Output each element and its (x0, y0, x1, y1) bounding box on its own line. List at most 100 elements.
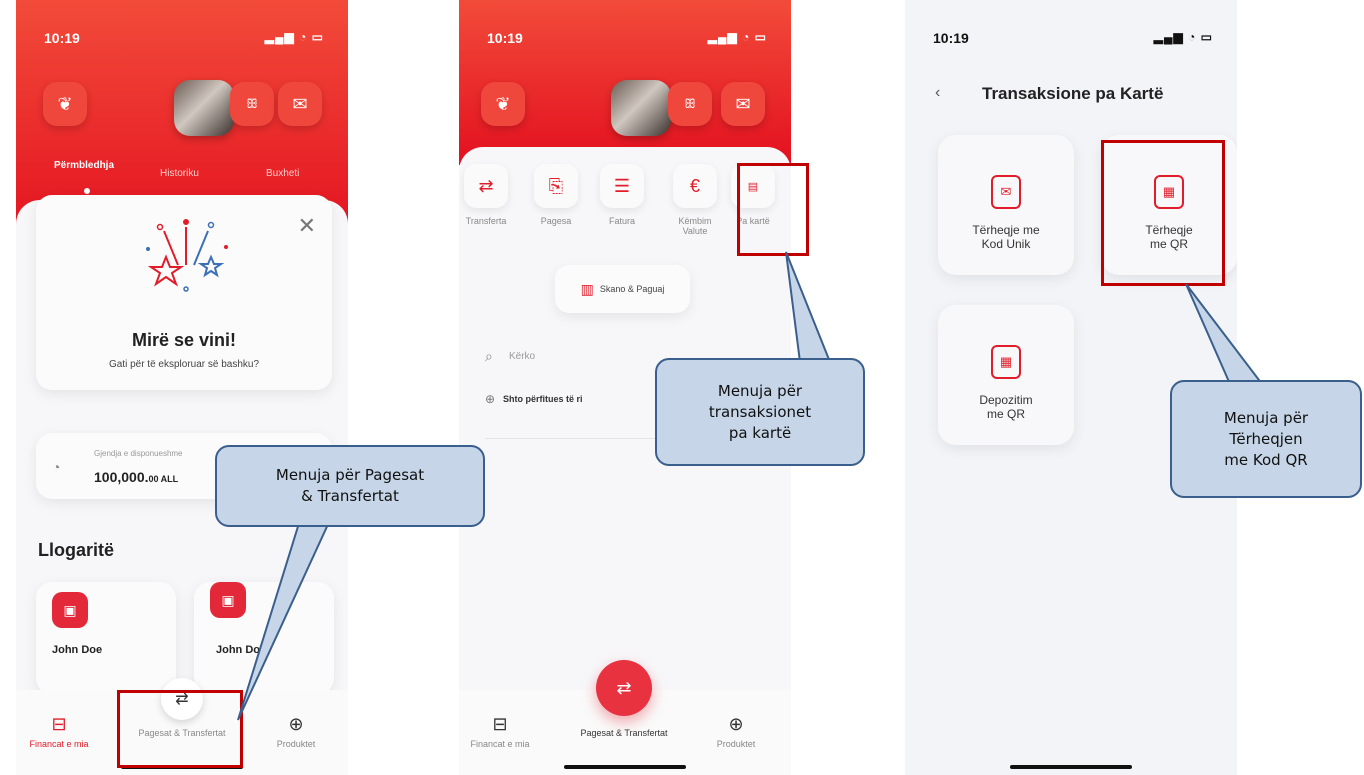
tile-deposit-qr[interactable]: ▦ Depozitim me QR (938, 305, 1074, 445)
status-bar: 10:19 ▂▄▆ ◔ ▭ (44, 30, 324, 46)
tab-indicator (84, 188, 90, 194)
nav-label: Pagesat & Transfertat (580, 728, 668, 738)
transfer-icon: ⇄ (464, 164, 508, 208)
callout-text: pa kartë (728, 423, 792, 442)
butterfly-icon[interactable]: ❦ (43, 82, 87, 126)
add-circle-icon: ⊕ (485, 392, 496, 406)
callout-text: Tërheqjen (1229, 429, 1303, 448)
briefcase-icon: ⊟ (51, 714, 67, 734)
action-label: Fatura (608, 216, 635, 226)
tile-label: Depozitim (979, 393, 1033, 407)
account-card-1[interactable]: ▣ John Doe (36, 582, 176, 694)
scan-pay-button[interactable]: ▥ Skano & Paguaj (555, 265, 690, 313)
butterfly-icon[interactable]: ❦ (481, 82, 525, 126)
avatar[interactable] (174, 80, 234, 136)
back-chevron-icon[interactable]: ‹ (935, 84, 940, 102)
plus-circle-icon: ⊕ (288, 714, 304, 734)
close-icon[interactable]: ✕ (298, 213, 316, 239)
search-icon: ⌕ (485, 348, 493, 364)
action-invoice[interactable]: ☰ Fatura (587, 164, 657, 226)
status-time: 10:19 (933, 30, 969, 46)
tab-summary[interactable]: Përmbledhja (54, 160, 114, 171)
account-name: John Doe (52, 644, 103, 656)
account-card-2[interactable]: ▣ John Doe (194, 582, 334, 694)
mail-icon[interactable]: ✉ (278, 82, 322, 126)
nav-my-finances[interactable]: ⊟ Financat e mia (459, 714, 545, 749)
callout-text: & Transfertat (301, 487, 399, 505)
tab-budget[interactable]: Buxheti (266, 168, 299, 179)
callout-text: me Kod QR (1224, 450, 1308, 469)
callout-text: transaksionet (708, 402, 812, 421)
nav-label: Financat e mia (29, 739, 89, 749)
home-indicator (564, 765, 686, 769)
highlight-box-withdraw-qr (1101, 140, 1225, 286)
mail-phone-icon: ✉ (991, 175, 1021, 209)
wallet-icon: ▣ (210, 582, 246, 618)
action-payment[interactable]: ⎘ Pagesa (521, 164, 591, 226)
barcode-icon: ▥ (580, 280, 594, 297)
refresh-icon[interactable]: ◔ (52, 459, 60, 475)
tile-withdraw-unique-code[interactable]: ✉ Tërheqje me Kod Unik (938, 135, 1074, 275)
nav-label: Financat e mia (470, 739, 530, 749)
signal-battery-icon: ▂▄▆ ◔ ▭ (707, 30, 767, 44)
status-time: 10:19 (487, 30, 523, 46)
callout-text: Menuja për Pagesat (275, 466, 425, 484)
nav-my-finances[interactable]: ⊟ Financat e mia (16, 714, 104, 749)
callout-qr-withdraw: Menuja për Tërheqjen me Kod QR (1170, 380, 1362, 498)
welcome-title: Mirë se vini! (131, 330, 237, 350)
action-transfer[interactable]: ⇄ Transferta (459, 164, 521, 226)
people-icon[interactable]: ꕥ (230, 82, 274, 126)
nav-payments-transfers[interactable]: Pagesat & Transfertat (579, 728, 669, 738)
qr-deposit-icon: ▦ (991, 345, 1021, 379)
mail-icon[interactable]: ✉ (721, 82, 765, 126)
invoice-icon: ☰ (600, 164, 644, 208)
search-input[interactable]: Kërko (509, 351, 535, 362)
scan-pay-label: Skano & Paguaj (599, 284, 665, 294)
balance-amount: 100,000.00 ALL (94, 469, 178, 485)
balance-label: Gjendja e disponueshme (94, 449, 183, 458)
people-icon[interactable]: ꕥ (668, 82, 712, 126)
payment-icon: ⎘ (534, 164, 578, 208)
nav-products[interactable]: ⊕ Produktet (691, 714, 781, 749)
add-beneficiary-link[interactable]: Shto përfitues të ri (503, 394, 583, 404)
highlight-box-cardless (737, 163, 809, 256)
status-time: 10:19 (44, 30, 80, 46)
tile-label: me QR (986, 407, 1025, 421)
nav-products[interactable]: ⊕ Produktet (251, 714, 341, 749)
transfer-icon[interactable]: ⇄ (596, 660, 652, 716)
accounts-heading: Llogaritë (38, 540, 115, 560)
callout-text: Menuja për (1223, 408, 1309, 427)
action-label: Këmbim Valute (678, 216, 712, 236)
wallet-icon: ▣ (52, 592, 88, 628)
phone-screen-summary: 10:19 ▂▄▆ ◔ ▭ ❦ ꕥ ✉ Përmbledhja Historik… (16, 0, 348, 775)
welcome-card: ✕ Mirë se vini! Gati për të eksploruar s… (36, 195, 332, 390)
callout-text: Menuja për (717, 381, 803, 400)
callout-payments-menu: Menuja për Pagesat & Transfertat (215, 445, 485, 527)
action-label: Transferta (465, 216, 507, 226)
nav-label: Produktet (716, 739, 756, 749)
tile-label: Tërheqje me (972, 223, 1040, 237)
welcome-subtitle: Gati për të eksploruar së bashku? (108, 359, 260, 370)
action-label: Pagesa (540, 216, 572, 226)
status-bar: 10:19 ▂▄▆ ◔ ▭ (933, 30, 1213, 46)
balance-decimals: 00 ALL (148, 474, 179, 484)
account-name: John Doe (216, 644, 267, 656)
tile-label: Kod Unik (981, 237, 1031, 251)
highlight-box-payments-nav (117, 690, 243, 768)
callout-cardless-menu: Menuja për transaksionet pa kartë (655, 358, 865, 466)
callout-pointer-2 (785, 251, 832, 363)
bottom-nav: ⊟ Financat e mia ⇄ Pagesat & Transfertat … (459, 660, 791, 775)
avatar[interactable] (611, 80, 671, 136)
plus-circle-icon: ⊕ (728, 714, 744, 734)
balance-value: 100,000. (94, 469, 149, 485)
signal-battery-icon: ▂▄▆ ◔ ▭ (264, 30, 324, 44)
nav-label: Produktet (276, 739, 316, 749)
home-indicator (1010, 765, 1132, 769)
currency-icon: € (673, 164, 717, 208)
signal-battery-icon: ▂▄▆ ◔ ▭ (1153, 30, 1213, 44)
page-title: Transaksione pa Kartë (982, 84, 1164, 103)
briefcase-icon: ⊟ (492, 714, 508, 734)
status-bar: 10:19 ▂▄▆ ◔ ▭ (487, 30, 767, 46)
tab-history[interactable]: Historiku (160, 168, 199, 179)
fireworks-illustration (136, 217, 236, 297)
